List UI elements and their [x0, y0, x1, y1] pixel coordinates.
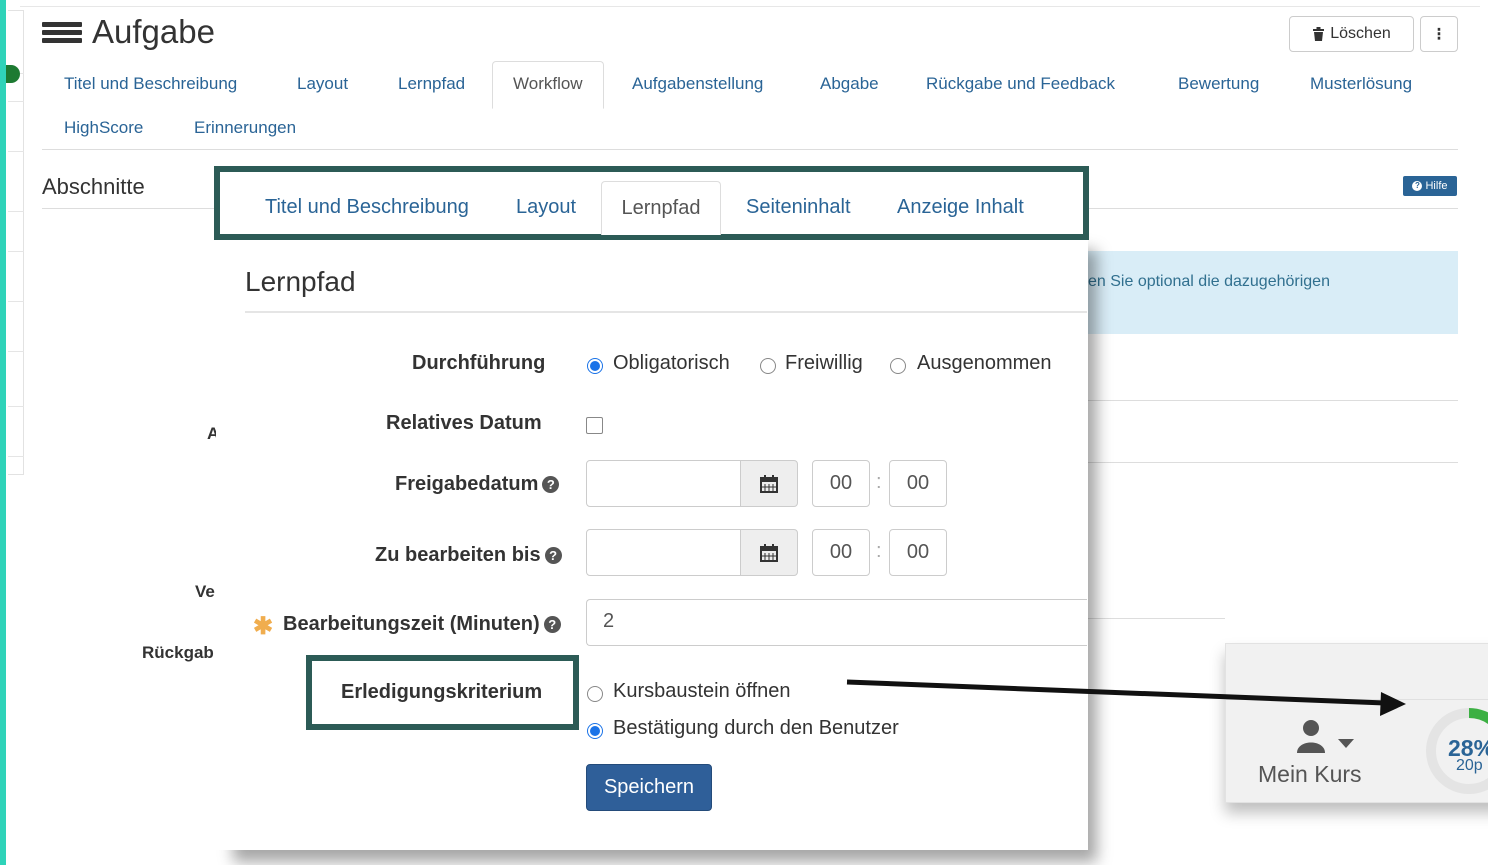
- radio-obligatorisch[interactable]: [587, 358, 603, 374]
- calendar-icon: [760, 543, 778, 562]
- help-button[interactable]: ? Hilfe: [1403, 176, 1457, 196]
- dialog-tab-anzeige-inhalt[interactable]: Anzeige Inhalt: [897, 196, 1024, 219]
- bearbeitungszeit-input[interactable]: 2: [586, 599, 1087, 646]
- row-divider: [1087, 462, 1458, 463]
- more-options-button[interactable]: ⁝: [1420, 16, 1458, 52]
- bg-tab-erinnerungen[interactable]: Erinnerungen: [194, 118, 296, 138]
- freigabedatum-label: Freigabedatum?: [395, 473, 560, 496]
- page-title: Aufgabe: [92, 13, 215, 50]
- delete-button-label: Löschen: [1330, 25, 1391, 42]
- bg-tab-titel[interactable]: Titel und Beschreibung: [64, 74, 237, 94]
- dialog-heading-divider: [245, 311, 1087, 313]
- radio-obligatorisch-label[interactable]: Obligatorisch: [613, 352, 730, 375]
- row-divider: [1087, 400, 1458, 401]
- course-label: Mein Kurs: [1258, 761, 1362, 787]
- time-colon: :: [876, 540, 882, 562]
- zu-bearbeiten-bis-label: Zu bearbeiten bis?: [375, 544, 562, 567]
- time-colon: :: [876, 471, 882, 493]
- more-icon: ⁝: [1436, 23, 1442, 44]
- delete-button[interactable]: Löschen: [1289, 16, 1414, 52]
- bg-label-fragment: Ve: [195, 582, 215, 601]
- teal-edge: [0, 0, 6, 865]
- trash-icon: [1313, 27, 1325, 41]
- help-label: Hilfe: [1425, 180, 1448, 192]
- top-divider: [20, 6, 1480, 7]
- bg-tab-bewertung[interactable]: Bewertung: [1178, 74, 1259, 94]
- calendar-button[interactable]: [740, 529, 798, 576]
- course-progress-widget: Mein Kurs 28% 20p: [1225, 643, 1488, 803]
- dialog-tab-titel[interactable]: Titel und Beschreibung: [265, 196, 469, 219]
- required-asterisk-icon: ✱: [253, 613, 274, 640]
- info-alert: en Sie optional die dazugehörigen: [1060, 251, 1458, 334]
- bearbeitungszeit-label: Bearbeitungszeit (Minuten)?: [283, 613, 561, 636]
- relatives-datum-label: Relatives Datum: [386, 412, 542, 434]
- bg-tab-lernpfad[interactable]: Lernpfad: [398, 74, 465, 94]
- progress-points: 20p: [1456, 757, 1483, 774]
- zu-bearbeiten-bis-date-input[interactable]: [586, 529, 742, 576]
- bg-tab-abgabe[interactable]: Abgabe: [820, 74, 879, 94]
- radio-kursbaustein-oeffnen-label[interactable]: Kursbaustein öffnen: [613, 680, 791, 703]
- radio-freiwillig-label[interactable]: Freiwillig: [785, 352, 863, 375]
- dialog-tab-lernpfad[interactable]: Lernpfad: [601, 181, 721, 235]
- bg-tab-layout[interactable]: Layout: [297, 74, 348, 94]
- relatives-datum-checkbox[interactable]: [586, 417, 603, 434]
- question-icon: ?: [1412, 181, 1423, 191]
- bg-label-fragment: Rückgab: [142, 643, 214, 662]
- calendar-icon: [760, 474, 778, 493]
- tabs-divider: [42, 149, 1458, 150]
- bg-tab-rueckgabe[interactable]: Rückgabe und Feedback: [926, 74, 1115, 94]
- radio-freiwillig[interactable]: [760, 358, 776, 374]
- list-icon: [42, 22, 82, 44]
- bg-tab-aufgabenstellung[interactable]: Aufgabenstellung: [632, 74, 763, 94]
- bg-tab-workflow[interactable]: Workflow: [492, 61, 604, 109]
- bg-tab-musterloesung[interactable]: Musterlösung: [1310, 74, 1412, 94]
- radio-bestaetigung-label[interactable]: Bestätigung durch den Benutzer: [613, 717, 899, 740]
- zu-bearbeiten-bis-hour-input[interactable]: 00: [812, 529, 870, 576]
- radio-bestaetigung[interactable]: [587, 723, 603, 739]
- freigabedatum-hour-input[interactable]: 00: [812, 460, 870, 507]
- erledigungskriterium-label: Erledigungskriterium: [341, 681, 543, 703]
- radio-ausgenommen-label[interactable]: Ausgenommen: [917, 352, 1052, 375]
- calendar-button[interactable]: [740, 460, 798, 507]
- durchfuehrung-label: Durchführung: [412, 352, 546, 374]
- freigabedatum-date-input[interactable]: [586, 460, 742, 507]
- bg-tab-highscore[interactable]: HighScore: [64, 118, 143, 138]
- radio-kursbaustein-oeffnen[interactable]: [587, 686, 603, 702]
- dialog-tab-seiteninhalt[interactable]: Seiteninhalt: [746, 196, 851, 219]
- screenshot: Aufgabe Löschen ⁝ Titel und Beschreibung…: [0, 0, 1488, 865]
- zu-bearbeiten-bis-minute-input[interactable]: 00: [889, 529, 947, 576]
- freigabedatum-minute-input[interactable]: 00: [889, 460, 947, 507]
- save-button[interactable]: Speichern: [586, 764, 712, 811]
- dialog-heading: Lernpfad: [245, 266, 356, 297]
- help-icon[interactable]: ?: [543, 616, 561, 633]
- radio-ausgenommen[interactable]: [890, 358, 906, 374]
- row-divider: [1087, 618, 1225, 619]
- chevron-down-icon[interactable]: [1338, 739, 1354, 748]
- dialog-tab-layout[interactable]: Layout: [516, 196, 576, 219]
- section-title: Abschnitte: [42, 174, 145, 199]
- user-icon[interactable]: [1296, 719, 1326, 753]
- help-icon[interactable]: ?: [542, 476, 560, 493]
- help-icon[interactable]: ?: [544, 547, 562, 564]
